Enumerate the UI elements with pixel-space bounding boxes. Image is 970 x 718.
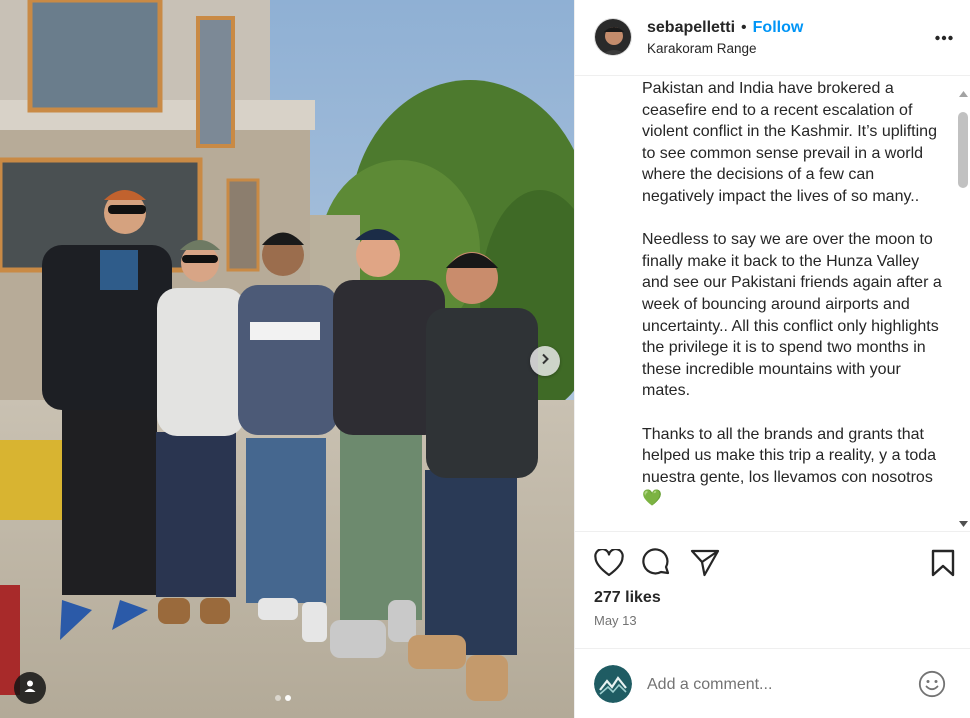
carousel-dot [275,695,281,701]
separator-dot: • [741,19,747,36]
author-line: sebapelletti • Follow [647,19,803,37]
post-date[interactable]: May 13 [594,613,637,628]
heart-icon[interactable] [594,548,624,582]
carousel-indicator [275,695,291,701]
caption-paragraph: Pakistan and India have brokered a cease… [642,80,937,205]
post-sidebar: sebapelletti • Follow Karakoram Range Pa… [574,0,970,718]
scroll-down-arrow-icon[interactable] [959,514,968,532]
carousel-next-button[interactable] [530,346,560,376]
group-photo-scene [0,0,574,718]
action-bar [575,531,970,577]
more-options-button[interactable] [935,28,953,46]
post-photo[interactable] [0,0,574,718]
comment-input[interactable] [647,673,887,697]
post-caption: Pakistan and India have brokered a cease… [642,78,942,530]
bookmark-icon[interactable] [931,549,955,582]
tagged-users-button[interactable] [14,672,46,704]
person-icon [23,679,37,698]
caption-paragraph: Needless to say we are over the moon to … [642,231,942,400]
follow-button[interactable]: Follow [753,19,804,37]
like-count[interactable]: 277 likes [594,589,661,607]
carousel-dot-active [285,695,291,701]
caption-scrollbar[interactable] [956,80,970,528]
scrollbar-thumb[interactable] [958,112,968,188]
comment-bar [575,648,970,718]
current-user-avatar[interactable] [594,665,632,703]
emoji-icon[interactable] [918,670,946,703]
author-avatar[interactable] [594,18,632,56]
author-username[interactable]: sebapelletti [647,19,735,37]
chevron-right-icon [539,352,551,370]
post-header: sebapelletti • Follow Karakoram Range [575,0,970,76]
scroll-up-arrow-icon[interactable] [959,84,968,102]
more-options-icon [935,28,953,45]
send-icon[interactable] [690,549,720,582]
post-location[interactable]: Karakoram Range [647,41,757,56]
caption-paragraph: Thanks to all the brands and grants that… [642,425,937,508]
comment-icon[interactable] [642,548,672,583]
